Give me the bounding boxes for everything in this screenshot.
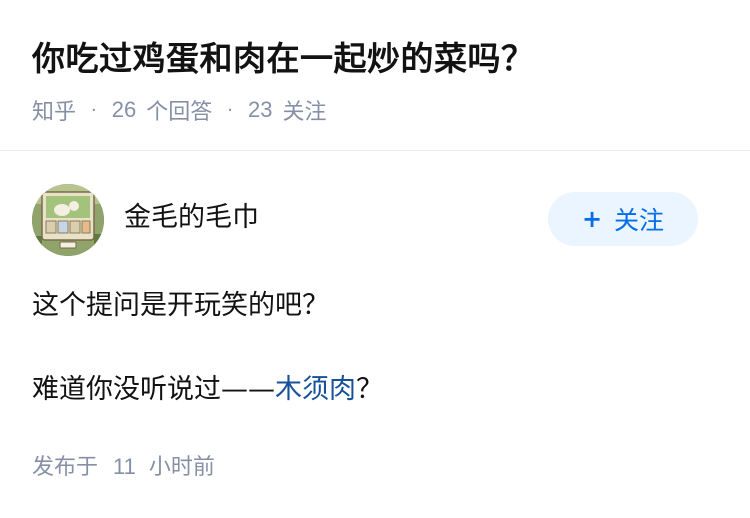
answer-count: 26 bbox=[111, 97, 137, 122]
question-header: 你吃过鸡蛋和肉在一起炒的菜吗？ 知乎 · 26 个回答 · 23 关注 bbox=[0, 0, 750, 151]
meta-separator: · bbox=[227, 99, 233, 121]
publish-prefix: 发布于 bbox=[32, 455, 99, 480]
answer-text: 这个提问是开玩笑的吧？ bbox=[32, 290, 329, 321]
answer-text: ？ bbox=[356, 374, 383, 405]
publish-count: 11 bbox=[113, 454, 136, 479]
plus-icon: + bbox=[581, 205, 603, 233]
follow-count: 23 bbox=[247, 97, 273, 122]
question-title[interactable]: 你吃过鸡蛋和肉在一起炒的菜吗？ bbox=[32, 36, 535, 82]
site-name[interactable]: 知乎 bbox=[32, 94, 76, 126]
author-name[interactable]: 金毛的毛巾 bbox=[124, 200, 259, 236]
publish-unit: 小时前 bbox=[148, 455, 215, 480]
follow-button-label: 关注 bbox=[614, 206, 665, 235]
game-scene-avatar-icon bbox=[32, 184, 104, 256]
answer-paragraph: 难道你没听说过——木须肉？ bbox=[32, 370, 383, 410]
publish-time: 发布于 11 小时前 bbox=[32, 452, 215, 483]
follow-count-label: 关注 bbox=[282, 100, 327, 125]
answer-card: 金毛的毛巾 + 关注 这个提问是开玩笑的吧？ 难道你没听说过——木须肉？ 发布于… bbox=[0, 152, 750, 518]
follow-button[interactable]: + 关注 bbox=[548, 192, 698, 246]
avatar[interactable] bbox=[32, 184, 104, 256]
answer-paragraph: 这个提问是开玩笑的吧？ bbox=[32, 286, 329, 326]
question-meta: 知乎 · 26 个回答 · 23 关注 bbox=[32, 94, 326, 126]
meta-separator: · bbox=[91, 99, 97, 121]
answer-count-label: 个回答 bbox=[146, 100, 213, 125]
answer-text: 难道你没听说过—— bbox=[32, 374, 275, 405]
topic-link[interactable]: 木须肉 bbox=[275, 374, 356, 405]
